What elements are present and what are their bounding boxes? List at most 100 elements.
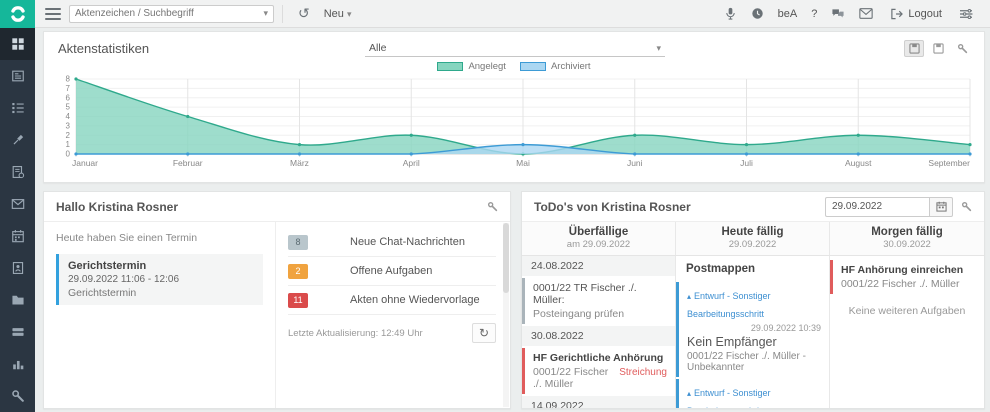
sidebar-item-folder[interactable]	[0, 284, 35, 316]
caret-up-icon: ▴	[687, 292, 691, 301]
column-header-tomorrow[interactable]: Morgen fällig 30.09.2022	[830, 222, 984, 255]
svg-text:8: 8	[66, 75, 71, 84]
svg-text:September: September	[928, 158, 970, 168]
chart-legend: Angelegt Archiviert	[44, 59, 984, 73]
sidebar-item-mail[interactable]	[0, 188, 35, 220]
sidebar-item-tools[interactable]	[0, 380, 35, 412]
streichung-link[interactable]: Streichung	[619, 367, 667, 378]
sidebar-item-gavel[interactable]	[0, 124, 35, 156]
svg-text:5: 5	[66, 103, 71, 112]
area-chart: 012345678JanuarFebruarMärzAprilMaiJuniJu…	[50, 75, 980, 170]
svg-text:1: 1	[66, 140, 71, 149]
search-caret-icon[interactable]: ▾	[263, 8, 268, 19]
filter-value: Alle	[369, 42, 387, 54]
divider	[282, 5, 283, 23]
todo-item[interactable]: HF Anhörung einreichen 0001/22 Fischer .…	[830, 260, 984, 294]
sidebar-item-journal[interactable]	[0, 60, 35, 92]
counter-label: Offene Aufgaben	[350, 265, 432, 277]
entwurf-link[interactable]: Entwurf - Sonstiger Bearbeitungsschritt	[687, 388, 771, 408]
topbar: ▾ ↺ Neu ▾ beA ? Logout	[0, 0, 990, 28]
sidebar-item-archive[interactable]	[0, 316, 35, 348]
logout-button[interactable]: Logout	[890, 8, 942, 20]
refresh-button[interactable]: ↻	[472, 323, 496, 343]
svg-text:0: 0	[66, 150, 71, 159]
no-more-tasks-label: Keine weiteren Aufgaben	[830, 296, 984, 326]
counter-label: Akten ohne Wiedervorlage	[350, 294, 480, 306]
statistics-card: Aktenstatistiken Alle ▾ Angelegt Archivi…	[43, 31, 985, 183]
scrollbar-thumb[interactable]	[503, 223, 509, 293]
todos-card: ToDo's von Kristina Rosner Überfällige a…	[521, 191, 985, 409]
sidebar-item-file-settings[interactable]	[0, 156, 35, 188]
svg-text:Juli: Juli	[740, 158, 753, 168]
postmappe-item[interactable]: ▴Entwurf - Sonstiger Bearbeitungsschritt…	[676, 282, 829, 377]
statistics-filter-select[interactable]: Alle ▾	[365, 40, 665, 57]
search-box[interactable]: ▾	[69, 5, 274, 23]
new-menu-button[interactable]: Neu ▾	[324, 8, 352, 20]
date-group-header: 30.08.2022	[522, 326, 675, 346]
chevron-down-icon: ▾	[656, 43, 661, 54]
svg-text:3: 3	[66, 121, 71, 130]
microphone-icon[interactable]	[724, 7, 737, 20]
todos-title: ToDo's von Kristina Rosner	[534, 200, 825, 214]
svg-text:Mai: Mai	[516, 158, 530, 168]
search-input[interactable]	[75, 8, 263, 19]
appointment-title: Gerichtstermin	[68, 260, 254, 272]
files-count-badge: 11	[288, 293, 308, 308]
todos-date-input[interactable]	[825, 197, 929, 217]
welcome-settings-wrench-icon[interactable]	[487, 201, 498, 212]
caret-up-icon: ▴	[687, 389, 691, 398]
svg-text:Januar: Januar	[72, 158, 98, 168]
todo-item[interactable]: 0001/22 TR Fischer ./. Müller: Posteinga…	[522, 278, 675, 324]
postmappen-header: Postmappen	[676, 256, 829, 280]
app-logo-icon[interactable]	[0, 0, 35, 28]
svg-text:2: 2	[66, 131, 71, 140]
todo-item[interactable]: HF Gerichtliche Anhörung 0001/22 Fischer…	[522, 348, 675, 394]
appointment-item[interactable]: Gerichtstermin 29.09.2022 11:06 - 12:06 …	[56, 254, 263, 305]
help-button[interactable]: ?	[811, 8, 817, 20]
clock-icon[interactable]	[751, 7, 764, 20]
sidebar-item-statistics[interactable]	[0, 348, 35, 380]
scrollbar[interactable]	[503, 223, 509, 407]
todos-settings-wrench-icon[interactable]	[961, 201, 972, 212]
chart-view-button-2[interactable]	[928, 40, 948, 57]
menu-hamburger-icon[interactable]	[45, 5, 61, 23]
todo-column-today: Postmappen ▴Entwurf - Sonstiger Bearbeit…	[676, 256, 830, 408]
appointment-hint-label: Heute haben Sie einen Termin	[56, 232, 263, 244]
counter-row-files[interactable]: 11 Akten ohne Wiedervorlage	[288, 286, 496, 315]
chart-settings-wrench-icon[interactable]	[952, 40, 972, 57]
svg-text:März: März	[290, 158, 309, 168]
bea-button[interactable]: beA	[778, 8, 798, 20]
history-icon[interactable]: ↺	[298, 5, 310, 22]
mail-icon[interactable]	[859, 8, 873, 19]
appointment-time: 29.09.2022 11:06 - 12:06	[68, 274, 254, 285]
appointment-type: Gerichtstermin	[68, 287, 254, 299]
topbar-actions: beA ? Logout	[717, 7, 990, 20]
column-header-overdue[interactable]: Überfällige am 29.09.2022	[522, 222, 676, 255]
svg-text:Juni: Juni	[627, 158, 643, 168]
entwurf-link[interactable]: Entwurf - Sonstiger Bearbeitungsschritt	[687, 291, 771, 319]
legend-item-archiviert[interactable]: Archiviert	[520, 61, 591, 72]
counter-row-chat[interactable]: 8 Neue Chat-Nachrichten	[288, 228, 496, 257]
chat-bubbles-icon[interactable]	[831, 7, 845, 20]
sidebar-item-dashboard[interactable]	[0, 28, 35, 60]
sidebar-item-calendar[interactable]	[0, 220, 35, 252]
sidebar-item-tasks[interactable]	[0, 92, 35, 124]
svg-text:August: August	[845, 158, 872, 168]
sidebar-item-contacts[interactable]	[0, 252, 35, 284]
chart-view-button-1[interactable]	[904, 40, 924, 57]
svg-text:6: 6	[66, 93, 71, 102]
legend-swatch-teal	[437, 62, 463, 71]
calendar-icon[interactable]	[929, 197, 953, 217]
statistics-title: Aktenstatistiken	[58, 41, 365, 56]
svg-text:Februar: Februar	[173, 158, 203, 168]
postmappe-item[interactable]: ▴Entwurf - Sonstiger Bearbeitungsschritt…	[676, 379, 829, 408]
date-group-header: 14.09.2022	[522, 396, 675, 408]
counter-row-tasks[interactable]: 2 Offene Aufgaben	[288, 257, 496, 286]
column-header-today[interactable]: Heute fällig 29.09.2022	[676, 222, 830, 255]
sidebar	[0, 28, 35, 412]
todo-column-tomorrow: HF Anhörung einreichen 0001/22 Fischer .…	[830, 256, 984, 408]
legend-item-angelegt[interactable]: Angelegt	[437, 61, 506, 72]
legend-swatch-blue	[520, 62, 546, 71]
svg-text:4: 4	[66, 112, 71, 121]
preferences-icon[interactable]	[959, 8, 973, 20]
